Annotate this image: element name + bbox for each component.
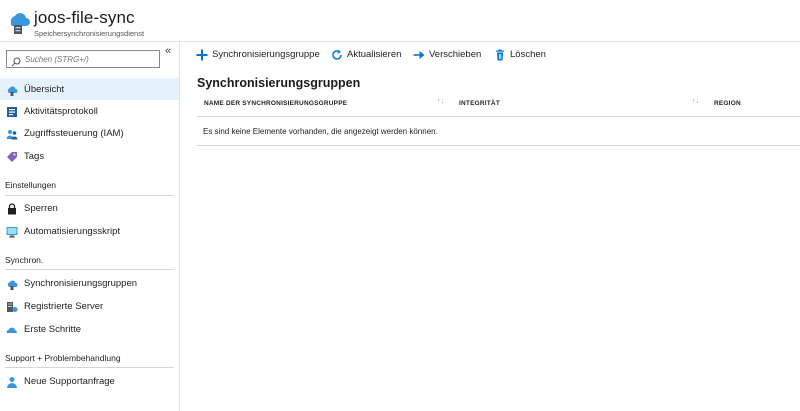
sidebar-item-label: Sperren bbox=[24, 202, 58, 214]
users-iam-icon bbox=[6, 127, 18, 140]
refresh-button[interactable]: Aktualisieren bbox=[331, 48, 401, 60]
blade-header: joos-file-sync Speichersynchronisierungs… bbox=[0, 0, 800, 42]
search-icon bbox=[11, 54, 21, 67]
sidebar-item-tags[interactable]: Tags bbox=[0, 145, 179, 167]
table-header: NAME DER SYNCHRONISIERUNGSGRUPPE ↑↓ INTE… bbox=[197, 92, 800, 117]
sidebar-item-label: Zugriffssteuerung (IAM) bbox=[24, 127, 124, 139]
sidebar-item-synchronisierungsgruppen[interactable]: Synchronisierungsgruppen bbox=[0, 272, 179, 294]
column-header-integritaet[interactable]: INTEGRITÄT bbox=[459, 100, 500, 107]
sidebar-item-neue-supportanfrage[interactable]: Neue Supportanfrage bbox=[0, 370, 179, 392]
sidebar-item-erste-schritte[interactable]: Erste Schritte bbox=[0, 318, 179, 340]
script-monitor-icon bbox=[6, 225, 18, 238]
column-header-name[interactable]: NAME DER SYNCHRONISIERUNGSGRUPPE bbox=[204, 100, 347, 107]
page-subtitle: Speichersynchronisierungsdienst bbox=[34, 29, 145, 38]
support-person-icon bbox=[6, 375, 18, 388]
delete-button[interactable]: Löschen bbox=[494, 48, 546, 61]
sidebar-item-label: Synchronisierungsgruppen bbox=[24, 277, 138, 289]
arrow-right-icon bbox=[413, 48, 425, 60]
sidebar-item-aktivitaetsprotokoll[interactable]: Aktivitätsprotokoll bbox=[0, 100, 179, 122]
sidebar-item-label: Tags bbox=[24, 150, 45, 162]
sidebar-item-label: Übersicht bbox=[24, 83, 65, 95]
section-divider bbox=[5, 195, 174, 196]
sidebar-item-label: Aktivitätsprotokoll bbox=[24, 105, 98, 117]
section-heading: Synchronisierungsgruppen bbox=[197, 76, 361, 90]
section-title-synchron: Synchron. bbox=[5, 255, 44, 265]
search-box[interactable] bbox=[6, 50, 160, 68]
section-divider bbox=[5, 367, 174, 368]
add-sync-group-label: Synchronisierungsgruppe bbox=[212, 48, 320, 60]
delete-label: Löschen bbox=[510, 48, 546, 60]
cloud-sync-icon bbox=[6, 83, 18, 96]
search-input[interactable] bbox=[25, 52, 157, 66]
sidebar-item-uebersicht[interactable]: Übersicht bbox=[0, 78, 179, 100]
section-divider bbox=[5, 269, 174, 270]
sidebar-item-zugriffssteuerung[interactable]: Zugriffssteuerung (IAM) bbox=[0, 122, 179, 144]
cloud-start-icon bbox=[6, 323, 18, 335]
empty-state-message: Es sind keine Elemente vorhanden, die an… bbox=[203, 127, 438, 136]
move-button[interactable]: Verschieben bbox=[413, 48, 481, 60]
collapse-sidebar-button[interactable]: « bbox=[165, 45, 171, 57]
sidebar-item-automatisierungsskript[interactable]: Automatisierungsskript bbox=[0, 220, 179, 242]
table-divider bbox=[197, 145, 800, 146]
cloud-sync-icon bbox=[6, 277, 18, 290]
refresh-icon bbox=[331, 48, 343, 60]
sidebar-item-sperren[interactable]: Sperren bbox=[0, 197, 179, 219]
activity-log-icon bbox=[6, 105, 18, 117]
sidebar-item-registrierte-server[interactable]: Registrierte Server bbox=[0, 295, 179, 317]
plus-icon bbox=[196, 48, 208, 61]
section-title-einstellungen: Einstellungen bbox=[5, 180, 57, 190]
tag-icon bbox=[6, 150, 18, 162]
server-icon bbox=[6, 300, 18, 312]
sidebar-item-label: Automatisierungsskript bbox=[24, 225, 121, 237]
storage-sync-cloud-icon bbox=[6, 8, 30, 36]
page-title: joos-file-sync bbox=[34, 8, 135, 27]
move-label: Verschieben bbox=[429, 48, 482, 60]
command-bar: Synchronisierungsgruppe Aktualisieren Ve… bbox=[181, 42, 800, 68]
section-title-support: Support + Problembehandlung bbox=[5, 353, 121, 363]
refresh-label: Aktualisieren bbox=[347, 48, 402, 60]
sort-icon[interactable]: ↑↓ bbox=[437, 98, 444, 105]
lock-icon bbox=[6, 202, 18, 215]
sidebar-item-label: Registrierte Server bbox=[24, 300, 104, 312]
sidebar-item-label: Erste Schritte bbox=[24, 323, 82, 335]
add-sync-group-button[interactable]: Synchronisierungsgruppe bbox=[196, 48, 320, 61]
trash-icon bbox=[494, 48, 506, 61]
column-header-region[interactable]: REGION bbox=[714, 100, 741, 107]
sidebar-item-label: Neue Supportanfrage bbox=[24, 375, 115, 387]
sort-icon[interactable]: ↑↓ bbox=[692, 98, 699, 105]
